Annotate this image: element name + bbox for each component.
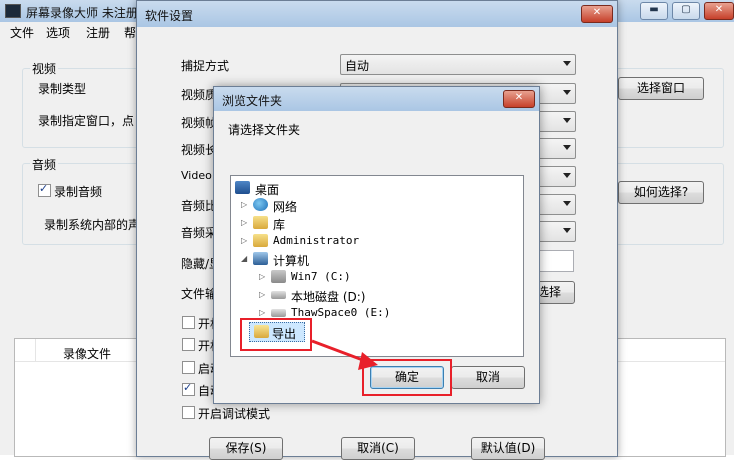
annotation-arrow (311, 339, 378, 370)
